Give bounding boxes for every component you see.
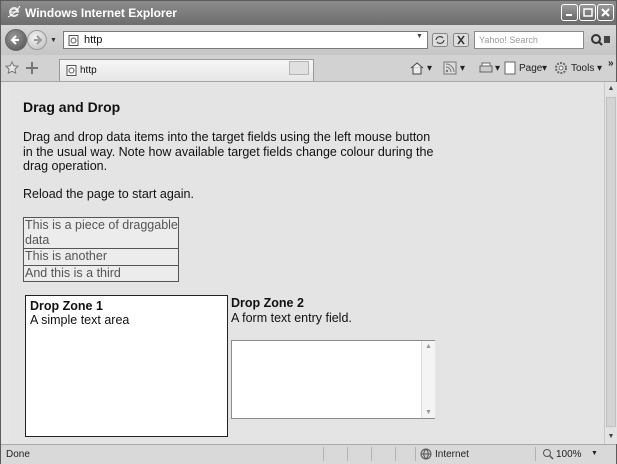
tools-dropdown-icon[interactable]: ▾ (597, 63, 602, 74)
address-text: http (84, 34, 103, 46)
draggable-item[interactable]: This is another (23, 249, 179, 266)
intro-text: Drag and drop data items into the target… (23, 130, 434, 173)
scroll-up-arrow-icon[interactable]: ▲ (605, 82, 617, 96)
internet-globe-icon (420, 448, 432, 460)
status-divider (395, 447, 396, 461)
drop-zone-1-description: A simple text area (30, 313, 130, 327)
zoom-level[interactable]: 100% (556, 449, 582, 460)
status-divider (371, 447, 372, 461)
scroll-up-arrow-icon[interactable]: ▲ (425, 343, 432, 350)
tab-label: http (80, 65, 97, 76)
browser-window: Windows Internet Explorer ▼ http ▼ Yahoo… (0, 0, 617, 464)
home-icon[interactable] (410, 61, 424, 75)
new-tab-button[interactable] (289, 61, 309, 75)
address-bar: ▼ http ▼ Yahoo! Search (1, 25, 616, 55)
page-menu-icon[interactable] (503, 61, 517, 75)
status-divider (415, 447, 416, 461)
close-button[interactable] (597, 4, 614, 21)
maximize-icon (583, 8, 593, 17)
back-arrow-icon (10, 35, 19, 45)
minimize-button[interactable] (561, 4, 578, 21)
reload-text: Reload the page to start again. (23, 187, 194, 201)
title-bar: Windows Internet Explorer (1, 1, 616, 25)
window-title: Windows Internet Explorer (25, 6, 177, 20)
drop-zone-2-description: A form text entry field. (231, 311, 352, 325)
minimize-icon (566, 14, 572, 16)
tab-current[interactable]: http (59, 59, 314, 81)
drop-zone-1-title: Drop Zone 1 (30, 299, 103, 313)
drop-zone-1[interactable]: Drop Zone 1 A simple text area (25, 295, 228, 437)
tools-gear-icon[interactable] (554, 61, 568, 75)
zoom-dropdown-icon[interactable]: ▼ (591, 450, 598, 457)
draggable-item[interactable]: And this is a third (23, 265, 179, 282)
tools-menu-button[interactable]: Tools (571, 63, 594, 74)
status-divider (347, 447, 348, 461)
print-dropdown-icon[interactable]: ▾ (495, 63, 500, 74)
favorites-star-icon[interactable] (5, 61, 19, 75)
status-divider (323, 447, 324, 461)
print-icon[interactable] (479, 61, 493, 75)
scroll-down-arrow-icon[interactable]: ▼ (425, 409, 432, 416)
drop-zone-2-text-field[interactable] (231, 340, 435, 419)
feeds-icon[interactable] (443, 61, 457, 75)
page-title: Drag and Drop (23, 99, 121, 115)
recent-pages-dropdown-icon[interactable]: ▼ (50, 37, 57, 44)
scrollbar-thumb[interactable] (606, 97, 616, 427)
tab-bar: http ▾ ▾ ▾ Page ▾ Tools ▾ » (1, 55, 616, 82)
drop-zone-2-title: Drop Zone 2 (231, 296, 304, 310)
stop-icon[interactable] (453, 33, 469, 47)
page-dropdown-icon[interactable]: ▾ (542, 63, 547, 74)
address-dropdown-icon[interactable]: ▼ (416, 33, 428, 47)
search-icon[interactable] (589, 32, 611, 48)
page-icon (66, 65, 77, 76)
status-bar: Done Internet 100% ▼ (1, 444, 616, 464)
feeds-dropdown-icon[interactable]: ▾ (460, 63, 465, 74)
page-content: Drag and Drop Drag and drop data items i… (9, 82, 604, 444)
draggable-item[interactable]: This is a piece of draggable data (23, 217, 179, 249)
scroll-down-arrow-icon[interactable]: ▼ (605, 430, 617, 444)
maximize-button[interactable] (579, 4, 596, 21)
home-dropdown-icon[interactable]: ▾ (427, 63, 432, 74)
forward-arrow-icon (34, 35, 43, 45)
back-button[interactable] (5, 29, 27, 51)
zoom-icon[interactable] (542, 448, 554, 460)
page-menu-button[interactable]: Page (519, 63, 542, 74)
security-zone-label: Internet (435, 449, 469, 460)
search-placeholder: Yahoo! Search (479, 35, 538, 45)
more-commands-icon[interactable]: » (608, 58, 614, 69)
status-divider (535, 447, 536, 461)
refresh-icon[interactable] (432, 33, 448, 47)
address-field[interactable]: http (63, 31, 428, 49)
text-field-scrollbar[interactable]: ▲ ▼ (421, 341, 435, 418)
page-icon (68, 35, 79, 46)
ie-logo-icon (7, 5, 21, 18)
forward-button[interactable] (27, 30, 47, 50)
page-scrollbar[interactable]: ▲ ▼ (604, 82, 617, 444)
search-input[interactable]: Yahoo! Search (474, 31, 584, 49)
close-icon (601, 8, 610, 17)
status-text: Done (6, 449, 30, 460)
draggable-list: This is a piece of draggable data This i… (23, 217, 179, 282)
add-favorite-icon[interactable] (25, 61, 39, 75)
